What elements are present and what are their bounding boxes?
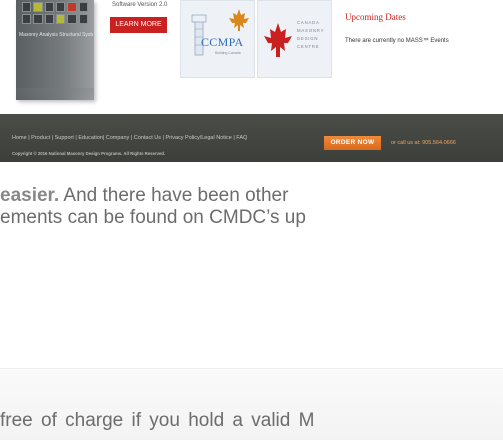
ccmpa-logo-subtext: Building Canada: [215, 51, 241, 55]
cmdc-line-centre: CENTRE: [297, 44, 320, 49]
footer-nav-links[interactable]: Home | Product | Support | Education| Co…: [12, 135, 247, 141]
learn-more-button[interactable]: LEARN MORE: [110, 17, 167, 33]
ccmpa-logo-text: CCMPA: [201, 35, 244, 49]
cmdc-logo-text: CANADA MASONRY DESIGN CENTRE: [297, 19, 331, 51]
software-version-text: Software Version 2.0: [112, 2, 168, 8]
article-line-1: easier. And there have been other: [0, 185, 288, 207]
article-emphasis: easier.: [0, 185, 60, 206]
product-box-reflection: [16, 88, 94, 102]
product-box-caption: Masonry Analysis Structural Systems: [19, 32, 93, 38]
screenshot-stage: Masonry Analysis Structural Systems Soft…: [0, 0, 503, 440]
product-box-grid: [22, 2, 88, 24]
cmdc-logo-tile[interactable]: CANADA MASONRY DESIGN CENTRE: [257, 0, 332, 78]
ccmpa-logo-tile[interactable]: CCMPA Building Canada: [180, 0, 255, 78]
order-now-button[interactable]: ORDER NOW: [324, 136, 381, 150]
section-divider: [0, 368, 503, 369]
call-us-text: or call us at: 905.564.0666: [391, 140, 456, 146]
upcoming-dates-text: There are currently no MASS™ Events: [345, 38, 449, 44]
cmdc-line-masonry: MASONRY: [297, 28, 325, 33]
article-line-3: free of charge if you hold a valid M: [0, 410, 315, 431]
upcoming-dates-heading: Upcoming Dates: [345, 12, 406, 22]
article-line-2: ements can be found on CMDC’s up: [0, 207, 306, 228]
product-box-image[interactable]: Masonry Analysis Structural Systems: [16, 0, 94, 100]
article-line-1-rest: And there have been other: [59, 185, 289, 206]
embedded-website-header: Masonry Analysis Structural Systems Soft…: [0, 0, 503, 110]
cmdc-line-canada: CANADA: [297, 20, 320, 25]
cmdc-line-design: DESIGN: [297, 36, 319, 41]
footer-copyright: Copyright © 2016 National Masonry Design…: [12, 151, 166, 156]
site-footer-bar: Home | Product | Support | Education| Co…: [0, 114, 503, 162]
